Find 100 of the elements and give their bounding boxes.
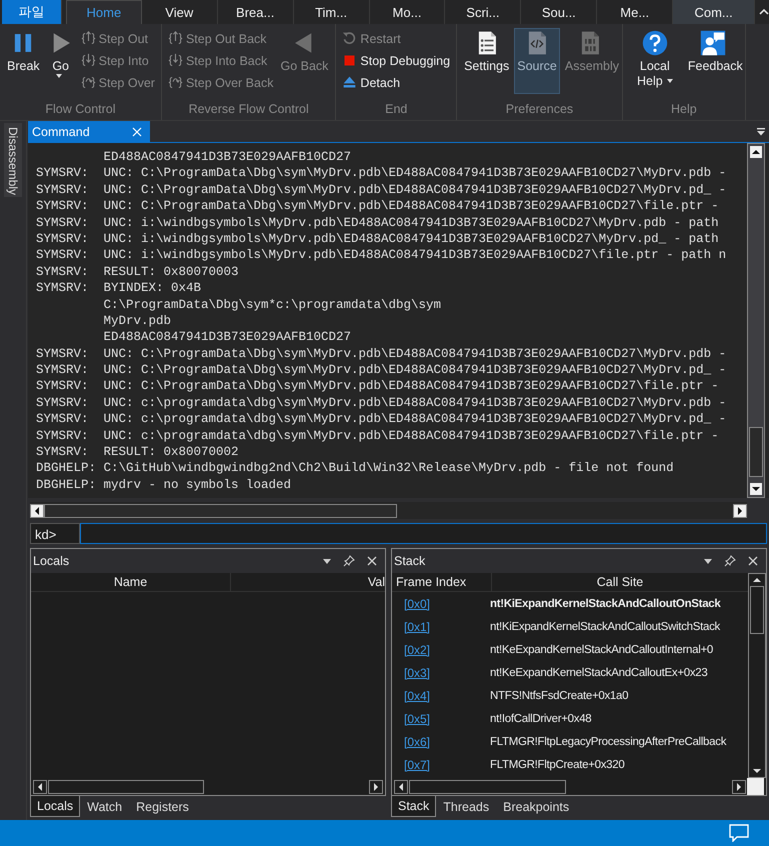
panel-title: Stack <box>394 554 426 568</box>
close-icon[interactable] <box>748 556 758 566</box>
scroll-right-icon[interactable] <box>369 780 383 794</box>
panel-tab[interactable]: Registers <box>129 796 196 817</box>
call-site-cell: nt!KiExpandKernelStackAndCalloutOnStack <box>490 598 720 610</box>
output-line: UNC: C:\ProgramData\Dbg\sym\MyDrv.pdb\ED488AC0847941D3B73E029AAFB10CD27\file.ptr - <box>104 198 719 215</box>
column-header[interactable]: Call Site <box>492 573 748 591</box>
dropdown-icon[interactable] <box>704 558 712 564</box>
group-label: Help <box>671 101 697 118</box>
output-line: UNC: i:\windbgsymbols\MyDrv.pdb\ED488AC0847941D3B73E029AAFB10CD27\MyDrv.pdb - path <box>104 214 719 231</box>
output-source: DBGHELP: <box>36 460 98 477</box>
close-icon[interactable] <box>367 556 377 566</box>
collapse-icon[interactable] <box>759 9 769 15</box>
panel-tab[interactable]: Watch <box>80 796 130 817</box>
speech-bubble-icon[interactable] <box>729 824 749 842</box>
frame-index-link[interactable]: [0x7] <box>392 758 490 772</box>
command-input[interactable] <box>80 523 767 544</box>
frame-index-link[interactable]: [0x3] <box>392 666 490 680</box>
scroll-thumb[interactable] <box>48 780 204 794</box>
call-site-cell: nt!KeExpandKernelStackAndCalloutEx+0x23 <box>490 666 708 678</box>
ribbon-button[interactable]: Source <box>514 28 560 94</box>
scroll-thumb[interactable] <box>44 504 398 518</box>
ribbon-button[interactable]: Go <box>44 28 77 94</box>
frame-index-link[interactable]: [0x6] <box>392 734 490 748</box>
output-line: UNC: C:\ProgramData\Dbg\sym\MyDrv.pdb\ED488AC0847941D3B73E029AAFB10CD27\MyDrv.pd_ - <box>104 182 726 198</box>
output-source: SYMSRV: <box>36 394 90 412</box>
scroll-right-icon[interactable] <box>733 504 747 518</box>
output-line: UNC: c:\programdata\dbg\sym\MyDrv.pdb\ED488AC0847941D3B73E029AAFB10CD27\MyDrv.pd_ - <box>104 411 726 428</box>
panel-title: Command <box>32 124 90 138</box>
output-source: SYMSRV: <box>36 411 90 428</box>
pin-icon[interactable] <box>724 555 736 567</box>
scroll-left-icon[interactable] <box>30 504 44 518</box>
horizontal-scrollbar[interactable] <box>31 778 385 795</box>
output-line: C:\GitHub\windbgwindbg2nd\Ch2\Build\Win32\Release\MyDrv.pdb - file not found <box>104 460 674 477</box>
frame-index-link[interactable]: [0x1] <box>392 620 490 634</box>
panel-tab[interactable]: Stack <box>391 796 436 817</box>
ribbon-button[interactable]: Feedback <box>684 28 741 94</box>
scrollbar-corner <box>747 778 764 795</box>
ribbon-tab[interactable]: 파일 <box>2 0 62 24</box>
output-line: BYINDEX: 0x4B <box>104 280 202 297</box>
scroll-thumb[interactable] <box>749 427 763 477</box>
frame-index-link[interactable]: [0x5] <box>392 712 490 726</box>
bracket-arrow-icon <box>80 75 96 90</box>
dropdown-icon[interactable] <box>757 128 765 136</box>
panel-tab[interactable]: Locals <box>30 796 80 817</box>
pin-icon[interactable] <box>343 555 355 567</box>
output-source: SYMSRV: <box>36 346 90 362</box>
prompt-label: kd> <box>30 523 80 544</box>
frame-index-link[interactable]: [0x4] <box>392 688 490 702</box>
vertical-scrollbar[interactable] <box>748 573 766 778</box>
output-line: ED488AC0847941D3B73E029AAFB10CD27 <box>104 149 352 166</box>
ribbon-tab[interactable]: Com... <box>673 0 756 24</box>
output-line: UNC: c:\programdata\dbg\sym\MyDrv.pdb\ED488AC0847941D3B73E029AAFB10CD27\MyDrv.pdb - <box>104 394 726 412</box>
panel-tab[interactable]: Breakpoints <box>496 796 576 817</box>
output-source: SYMSRV: <box>36 198 90 215</box>
output-source: SYMSRV: <box>36 165 90 182</box>
output-source: SYMSRV: <box>36 264 90 280</box>
panel-tab[interactable]: Command <box>28 121 150 142</box>
scroll-thumb[interactable] <box>750 586 764 634</box>
column-header[interactable]: Frame Index <box>392 573 492 591</box>
call-site-cell: nt!KeExpandKernelStackAndCalloutInternal+0 <box>490 644 713 656</box>
output-source: SYMSRV: <box>36 280 90 297</box>
output-source: SYMSRV: <box>36 182 90 198</box>
group-label: Reverse Flow Control <box>188 101 309 118</box>
column-header[interactable]: Name <box>31 573 231 591</box>
call-site-cell: nt!KiExpandKernelStackAndCalloutSwitchStack <box>490 620 720 632</box>
output-line: RESULT: 0x80070003 <box>104 264 239 280</box>
frame-index-link[interactable]: [0x2] <box>392 642 490 656</box>
ribbon-button[interactable]: Settings <box>461 28 512 94</box>
vertical-scrollbar[interactable] <box>747 143 765 498</box>
stop-icon <box>342 53 358 68</box>
output-source: SYMSRV: <box>36 247 90 264</box>
scroll-thumb[interactable] <box>409 780 566 794</box>
output-source: SYMSRV: <box>36 444 90 460</box>
call-site-cell: nt!IofCallDriver+0x48 <box>490 712 592 724</box>
dropdown-icon[interactable] <box>323 558 331 564</box>
horizontal-scrollbar[interactable] <box>30 502 747 519</box>
output-line: UNC: i:\windbgsymbols\MyDrv.pdb\ED488AC0847941D3B73E029AAFB10CD27\MyDrv.pd_ - path <box>104 230 719 248</box>
scroll-left-icon[interactable] <box>394 780 408 794</box>
ribbon-button[interactable]: Break <box>4 28 43 94</box>
call-site-cell: FLTMGR!FltpCreate+0x320 <box>490 758 624 770</box>
column-header[interactable]: Val <box>231 573 385 591</box>
bracket-arrow-icon <box>168 75 183 90</box>
bracket-arrow-icon <box>168 31 183 46</box>
side-tab[interactable]: Disassembly <box>4 123 22 197</box>
horizontal-scrollbar[interactable] <box>392 778 766 795</box>
scroll-left-icon[interactable] <box>33 780 47 794</box>
help-icon <box>642 30 668 56</box>
scroll-right-icon[interactable] <box>732 780 746 794</box>
scroll-down-icon[interactable] <box>750 483 762 495</box>
panel-tab[interactable]: Threads <box>436 796 496 817</box>
frame-index-link[interactable]: [0x0] <box>392 596 490 610</box>
output-line: UNC: C:\ProgramData\Dbg\sym\MyDrv.pdb\ED488AC0847941D3B73E029AAFB10CD27\MyDrv.pdb - <box>104 346 726 362</box>
ribbon-button[interactable]: Stop Debugging <box>340 50 452 71</box>
ribbon-tab[interactable]: Home <box>66 0 142 24</box>
ribbon-button[interactable]: Detach <box>340 72 452 93</box>
output-source: DBGHELP: <box>36 476 98 494</box>
scroll-up-icon[interactable] <box>750 146 762 158</box>
output-line: MyDrv.pdb <box>104 312 172 330</box>
ribbon-button[interactable]: Local Help <box>626 28 683 94</box>
